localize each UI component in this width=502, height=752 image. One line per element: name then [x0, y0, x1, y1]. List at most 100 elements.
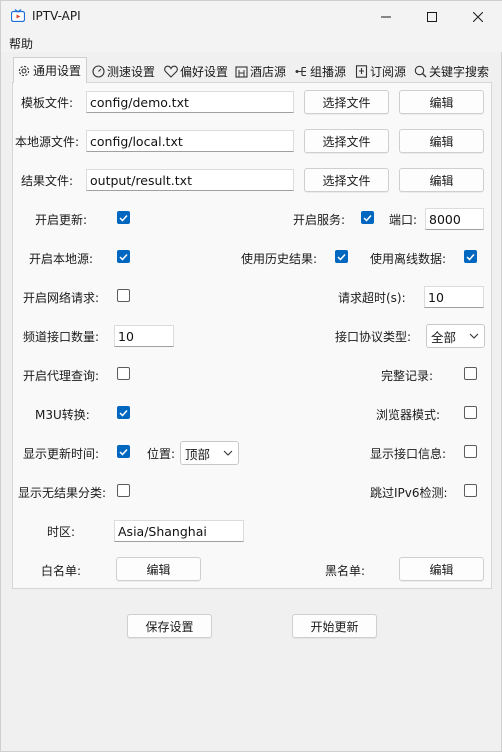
interface-protocol-type-label: 接口协议类型:	[335, 330, 412, 344]
open-network-request-label: 开启网络请求:	[23, 291, 100, 305]
use-offline-data-checkbox[interactable]	[464, 250, 477, 263]
tab-label: 组播源	[310, 64, 347, 79]
open-local-source-label: 开启本地源:	[29, 252, 94, 266]
menu-bar	[1, 32, 502, 52]
local-source-file-input[interactable]: config/local.txt	[86, 130, 294, 152]
open-service-label: 开启服务:	[293, 213, 346, 227]
channel-interface-count-input[interactable]: 10	[114, 325, 174, 347]
skip-ipv6-check-checkbox[interactable]	[464, 484, 477, 497]
show-no-result-category-checkbox[interactable]	[117, 484, 130, 497]
edit-result-file-button[interactable]: 编辑	[399, 168, 484, 192]
open-network-request-checkbox[interactable]	[117, 289, 130, 302]
local-source-file-label: 本地源文件:	[15, 135, 80, 149]
close-icon	[473, 11, 483, 22]
bookmark-icon	[355, 64, 368, 78]
checkmark-icon	[119, 253, 128, 261]
request-timeout-label: 请求超时(s):	[338, 291, 406, 305]
open-update-label: 开启更新:	[35, 213, 88, 227]
use-history-result-label: 使用历史结果:	[241, 252, 318, 266]
choose-result-file-button[interactable]: 选择文件	[304, 168, 389, 192]
tab-keyword-search[interactable]: 关键字搜索	[411, 59, 499, 83]
close-button[interactable]	[455, 1, 501, 32]
app-window: IPTV-API 帮助 通用设置 测速设置 偏好设置 酒店源 组播源 订阅源 关…	[0, 0, 502, 752]
open-service-checkbox[interactable]	[361, 211, 374, 224]
open-proxy-query-checkbox[interactable]	[117, 367, 130, 380]
edit-template-file-button[interactable]: 编辑	[399, 90, 484, 114]
tab-label: 偏好设置	[180, 64, 229, 79]
show-no-result-category-label: 显示无结果分类:	[18, 486, 107, 500]
position-label: 位置:	[147, 447, 176, 461]
chevron-down-icon	[223, 450, 233, 456]
tab-speed-test-settings[interactable]: 测速设置	[89, 59, 161, 83]
speedometer-icon	[92, 64, 105, 78]
checkmark-icon	[119, 448, 128, 456]
select-value: 顶部	[185, 446, 211, 462]
open-local-source-checkbox[interactable]	[117, 250, 130, 263]
tab-multicast-source[interactable]: 组播源	[292, 59, 354, 83]
search-icon	[414, 65, 427, 77]
m3u-conversion-label: M3U转换:	[35, 408, 90, 422]
use-history-result-checkbox[interactable]	[335, 250, 348, 263]
full-record-label: 完整记录:	[381, 369, 434, 383]
result-file-label: 结果文件:	[21, 174, 74, 188]
port-input[interactable]: 8000	[425, 208, 484, 230]
result-file-input[interactable]: output/result.txt	[86, 169, 294, 191]
edit-local-source-file-button[interactable]: 编辑	[399, 129, 484, 153]
template-file-input[interactable]: config/demo.txt	[86, 91, 294, 113]
request-timeout-input[interactable]: 10	[424, 286, 484, 308]
select-value: 全部	[431, 329, 457, 345]
hotel-icon	[235, 65, 248, 78]
open-proxy-query-label: 开启代理查询:	[23, 369, 100, 383]
edit-blacklist-button[interactable]: 编辑	[399, 557, 484, 581]
browser-mode-label: 浏览器模式:	[376, 408, 441, 422]
edit-whitelist-button[interactable]: 编辑	[116, 557, 201, 581]
channel-interface-count-label: 频道接口数量:	[23, 330, 100, 344]
timezone-input[interactable]: Asia/Shanghai	[114, 520, 244, 542]
position-select[interactable]: 顶部	[180, 441, 239, 465]
port-label: 端口:	[389, 213, 418, 227]
tab-hotel-source[interactable]: 酒店源	[232, 59, 294, 83]
tab-label: 通用设置	[33, 64, 82, 78]
save-settings-button[interactable]: 保存设置	[127, 614, 212, 638]
heart-icon	[164, 65, 178, 78]
tab-label: 测速设置	[107, 64, 156, 79]
tv-app-icon	[11, 9, 25, 22]
show-update-time-checkbox[interactable]	[117, 445, 130, 458]
choose-local-source-file-button[interactable]: 选择文件	[304, 129, 389, 153]
checkmark-icon	[466, 253, 475, 261]
tab-label: 关键字搜索	[429, 64, 490, 79]
choose-template-file-button[interactable]: 选择文件	[304, 90, 389, 114]
menu-help[interactable]: 帮助	[9, 35, 33, 52]
show-interface-info-label: 显示接口信息:	[370, 447, 447, 461]
tab-label: 酒店源	[250, 64, 287, 79]
timezone-label: 时区:	[47, 525, 76, 539]
checkmark-icon	[119, 409, 128, 417]
m3u-conversion-checkbox[interactable]	[117, 406, 130, 419]
tab-subscription-source[interactable]: 订阅源	[352, 59, 414, 83]
browser-mode-checkbox[interactable]	[464, 406, 477, 419]
skip-ipv6-check-label: 跳过IPv6检测:	[370, 486, 448, 500]
tab-preference-settings[interactable]: 偏好设置	[161, 59, 233, 83]
tab-label: 订阅源	[370, 64, 407, 79]
whitelist-label: 白名单:	[41, 564, 82, 578]
start-update-button[interactable]: 开始更新	[292, 614, 377, 638]
template-file-label: 模板文件:	[21, 96, 74, 110]
blacklist-label: 黑名单:	[325, 564, 366, 578]
maximize-icon	[427, 11, 437, 22]
show-update-time-label: 显示更新时间:	[23, 447, 100, 461]
gear-icon	[18, 65, 30, 76]
minimize-icon	[381, 16, 391, 17]
show-interface-info-checkbox[interactable]	[464, 445, 477, 458]
window-title: IPTV-API	[32, 9, 81, 23]
maximize-button[interactable]	[409, 1, 455, 32]
multicast-icon	[295, 66, 306, 76]
full-record-checkbox[interactable]	[464, 367, 477, 380]
minimize-button[interactable]	[363, 1, 409, 32]
checkmark-icon	[119, 214, 128, 222]
open-update-checkbox[interactable]	[117, 211, 130, 224]
tab-general-settings[interactable]: 通用设置	[13, 57, 87, 83]
checkmark-icon	[337, 253, 346, 261]
chevron-down-icon	[469, 333, 479, 339]
use-offline-data-label: 使用离线数据:	[370, 252, 447, 266]
interface-protocol-type-select[interactable]: 全部	[426, 324, 485, 348]
